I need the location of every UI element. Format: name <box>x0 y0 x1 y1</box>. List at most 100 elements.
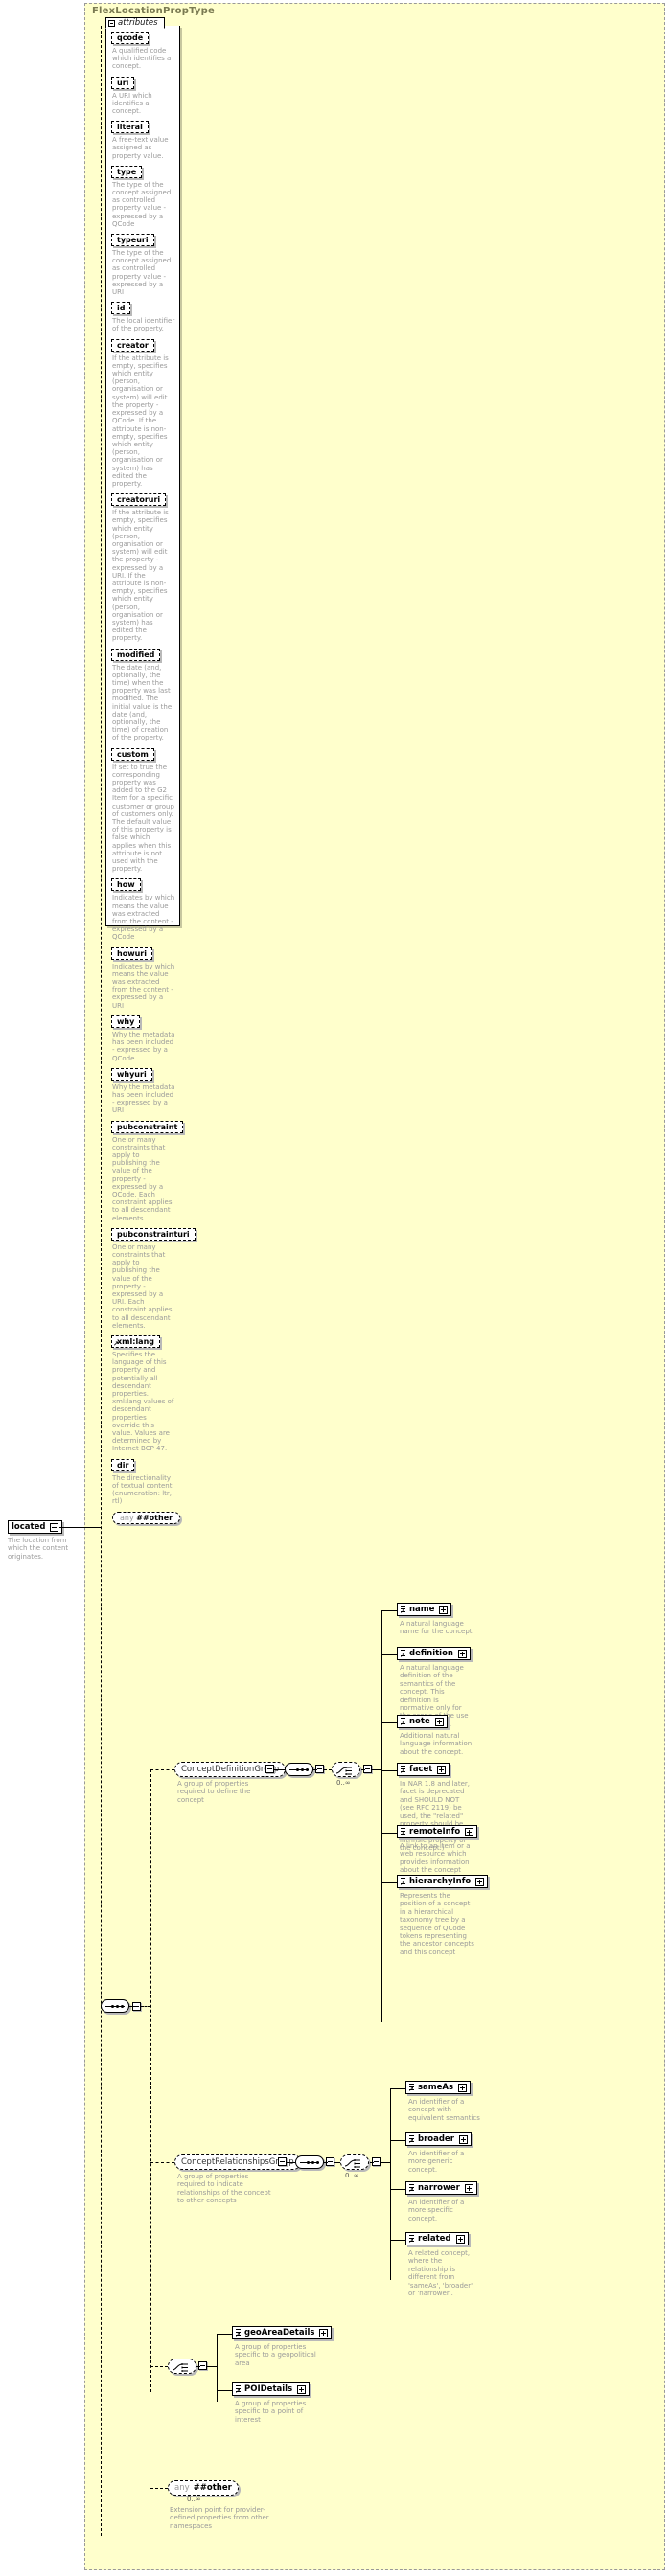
sequence-compositor-main[interactable] <box>101 1999 129 2013</box>
element-name: remoteInfo <box>409 1827 460 1836</box>
attribute-chip[interactable]: pubconstrainturi <box>111 1228 196 1241</box>
connector <box>207 2366 217 2367</box>
connector <box>129 2006 134 2007</box>
choice-compositor-crg[interactable] <box>340 2154 369 2170</box>
attributes-tab[interactable]: attributes <box>105 17 165 29</box>
element-narrower[interactable]: narrower↗ <box>405 2181 477 2195</box>
attribute-chip[interactable]: type <box>111 166 142 178</box>
type-name-label: FlexLocationPropType <box>92 6 215 16</box>
attribute-desc: The local identifier of the property. <box>112 317 176 332</box>
element-related[interactable]: related ↗ <box>405 2232 469 2245</box>
element-name: facet <box>409 1765 432 1774</box>
expand-icon[interactable] <box>437 1766 446 1774</box>
occurrence-label: 0..∞ <box>345 2172 359 2179</box>
connector <box>217 2334 218 2402</box>
attribute-desc: A free-text value assigned as property v… <box>112 136 176 160</box>
expand-icon[interactable] <box>319 2329 328 2337</box>
attribute-desc: Why the metadata has been included - exp… <box>112 1083 176 1115</box>
element-sameAs[interactable]: sameAs↗ <box>405 2081 471 2094</box>
expand-icon[interactable] <box>465 2184 473 2193</box>
element-name: note <box>409 1717 430 1726</box>
element-definition[interactable]: definition↗ <box>397 1647 471 1660</box>
attribute-chip[interactable]: howuri <box>111 947 152 960</box>
schema-diagram: FlexLocationPropType attributes qcode A q… <box>0 0 669 2576</box>
attribute-name: dir <box>117 1461 128 1470</box>
attribute-desc: A qualified code which identifies a conc… <box>112 47 176 71</box>
reference-arrow-icon: ↗ <box>113 1342 119 1347</box>
attribute-chip[interactable]: whyuri <box>111 1068 152 1081</box>
element-broader[interactable]: broader↗ <box>405 2132 472 2146</box>
sequence-compositor-cdg[interactable] <box>285 1763 313 1776</box>
expand-icon[interactable] <box>458 2084 467 2092</box>
connector <box>381 1610 382 2022</box>
attribute-chip[interactable]: qcode <box>111 32 149 44</box>
connector <box>381 1770 397 1771</box>
collapse-icon[interactable] <box>50 1523 58 1532</box>
connector <box>150 1769 151 2392</box>
element-note[interactable]: note ↗ <box>397 1715 448 1728</box>
attribute-chip[interactable]: custom <box>111 748 154 761</box>
attribute-any-other[interactable]: any ##other <box>112 1512 180 1524</box>
attribute-chip[interactable]: creator <box>111 339 154 352</box>
collapse-icon[interactable] <box>278 2157 287 2166</box>
choice-compositor-details[interactable] <box>168 2359 196 2374</box>
collapse-icon[interactable] <box>265 1765 274 1773</box>
connector <box>381 1610 397 1611</box>
attribute-chip[interactable]: why <box>111 1015 140 1028</box>
attribute-chip[interactable]: how <box>111 878 141 891</box>
attribute-uri: uriA URI which identifies a concept. <box>109 75 176 116</box>
element-desc: A natural language name for the concept. <box>400 1620 474 1636</box>
attribute-type: type The type of the concept assigned as … <box>109 164 176 228</box>
connector <box>141 2006 150 2007</box>
attribute-desc: The type of the concept assigned as cont… <box>112 181 176 228</box>
expand-icon[interactable] <box>439 1606 448 1614</box>
connector <box>324 2162 328 2163</box>
expand-icon[interactable] <box>435 1718 444 1726</box>
attribute-name: literal <box>117 123 143 131</box>
connector <box>59 1527 101 1528</box>
element-name[interactable]: name↗ <box>397 1603 451 1616</box>
expand-icon[interactable] <box>475 1878 484 1886</box>
attribute-chip[interactable]: typeuri <box>111 234 154 246</box>
element-located[interactable]: located <box>8 1520 62 1534</box>
reference-arrow-icon: ↗ <box>235 2332 241 2337</box>
attribute-chip[interactable]: dir <box>111 1459 134 1471</box>
sequence-compositor-crg[interactable] <box>295 2155 324 2169</box>
attribute-desc: The directionality of textual content (e… <box>112 1474 176 1506</box>
element-geoAreaDetails[interactable]: geoAreaDetails↗ <box>232 2326 332 2339</box>
element-name: related <box>418 2234 451 2244</box>
attribute-chip[interactable]: uri <box>111 77 134 89</box>
choice-compositor-cdg[interactable] <box>332 1762 360 1777</box>
reference-arrow-icon: ↗ <box>400 1831 405 1836</box>
attribute-desc: One or many constraints that apply to pu… <box>112 1136 176 1222</box>
element-remoteInfo[interactable]: remoteInfo ↗ <box>397 1825 477 1838</box>
element-name: POIDetails <box>244 2384 292 2394</box>
attribute-chip[interactable]: pubconstraint <box>111 1121 183 1133</box>
attribute-name: typeuri <box>117 236 149 244</box>
attribute-desc: Indicates by which means the value was e… <box>112 963 176 1010</box>
attribute-chip[interactable]: literal <box>111 121 149 133</box>
element-POIDetails[interactable]: POIDetails↗ <box>232 2382 310 2396</box>
expand-icon[interactable] <box>297 2385 306 2394</box>
element-desc: Represents the position of a concept in … <box>400 1892 474 1956</box>
reference-arrow-icon: ↗ <box>408 2238 414 2244</box>
attribute-chip[interactable]: ↗xml:lang <box>111 1335 160 1348</box>
attribute-chip[interactable]: modified <box>111 649 160 661</box>
element-hierarchyInfo[interactable]: hierarchyInfo↗ <box>397 1875 488 1888</box>
attribute-howuri: howuri Indicates by which means the value… <box>109 946 176 1010</box>
collapse-icon[interactable] <box>108 20 115 27</box>
attribute-chip[interactable]: creatoruri <box>111 493 166 506</box>
any-other-node[interactable]: any ##other <box>168 2480 239 2496</box>
expand-icon[interactable] <box>456 2235 465 2244</box>
reference-arrow-icon: ↗ <box>400 1721 405 1726</box>
attribute-chip[interactable]: id <box>111 302 130 314</box>
expand-icon[interactable] <box>458 1650 467 1658</box>
expand-icon[interactable] <box>459 2135 468 2144</box>
expand-icon[interactable] <box>465 1828 473 1836</box>
group-name: ConceptDefinitionGroup <box>181 1765 279 1774</box>
namespace-label: ##other <box>136 1514 173 1522</box>
element-facet[interactable]: facet↗ <box>397 1763 450 1776</box>
connector <box>381 1833 397 1834</box>
attribute-name: how <box>117 880 135 889</box>
reference-arrow-icon: ↗ <box>400 1608 405 1614</box>
